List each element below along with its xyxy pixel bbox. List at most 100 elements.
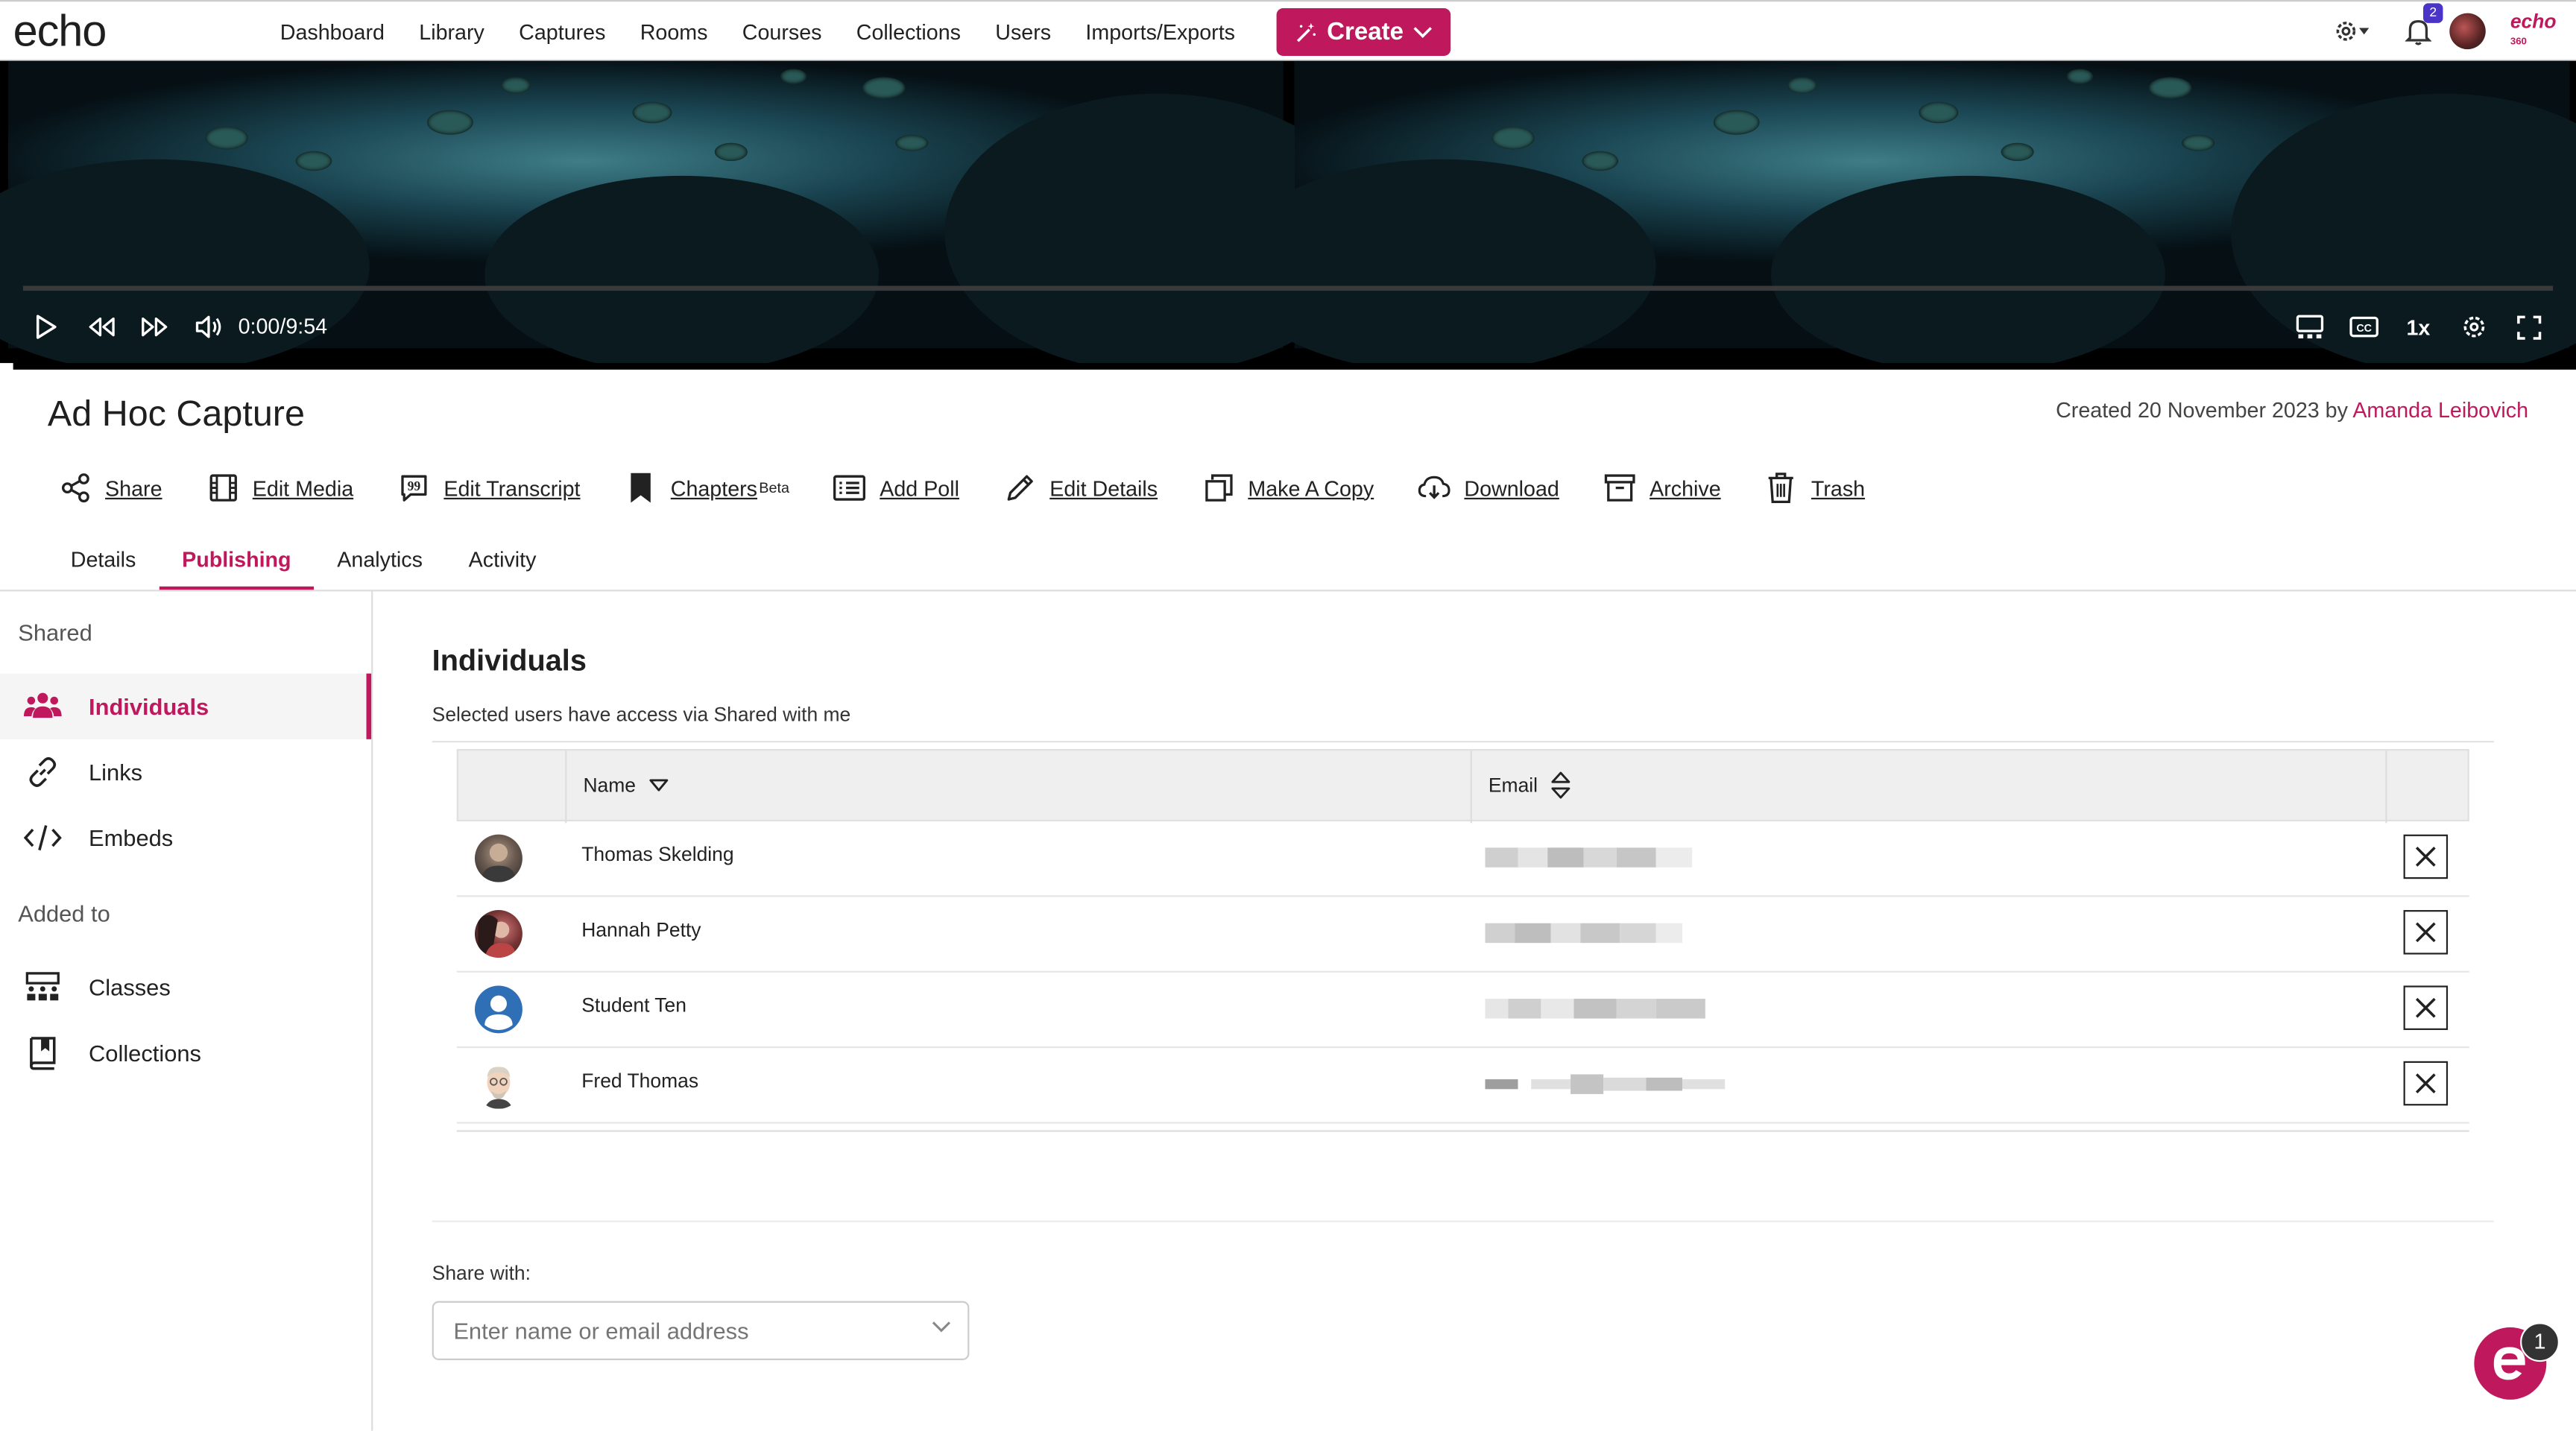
close-icon xyxy=(2415,1073,2436,1093)
close-icon xyxy=(2415,997,2436,1018)
remove-user-button[interactable] xyxy=(2403,834,2449,879)
video-progress-bar[interactable] xyxy=(22,285,2554,291)
section-subtitle: Selected users have access via Shared wi… xyxy=(432,703,851,727)
svg-text:99: 99 xyxy=(408,478,421,493)
close-icon xyxy=(2415,922,2436,943)
tab-analytics[interactable]: Analytics xyxy=(314,529,445,590)
trash-action[interactable]: Trash xyxy=(1765,472,1865,505)
sort-icon xyxy=(1551,771,1570,799)
share-with-input[interactable] xyxy=(449,1315,917,1346)
layout-icon xyxy=(2296,315,2324,339)
user-name: Fred Thomas xyxy=(581,1069,699,1093)
sidebar-item-label: Collections xyxy=(89,1040,201,1067)
settings-menu[interactable] xyxy=(2333,16,2373,54)
email-column-header[interactable]: Email xyxy=(1489,771,1570,800)
code-icon xyxy=(23,825,62,851)
fast-forward-button[interactable] xyxy=(138,307,171,347)
tab-divider xyxy=(0,590,2576,592)
player-settings-button[interactable] xyxy=(2457,307,2490,347)
user-name: Thomas Skelding xyxy=(581,842,734,866)
collection-book-icon xyxy=(30,1037,56,1070)
pencil-icon xyxy=(1007,475,1033,501)
publishing-sidebar: Shared Individuals Links Embeds Added to… xyxy=(0,591,373,1431)
nav-dashboard[interactable]: Dashboard xyxy=(280,19,385,44)
make-a-copy-action[interactable]: Make A Copy xyxy=(1202,472,1374,505)
edit-media-action[interactable]: Edit Media xyxy=(206,472,353,505)
close-icon xyxy=(2415,847,2436,867)
nav-captures[interactable]: Captures xyxy=(519,19,605,44)
media-actions-toolbar: Share Edit Media 99 Edit Transcript Chap… xyxy=(59,470,1909,505)
chapters-action[interactable]: Chapters Beta xyxy=(625,472,789,505)
volume-button[interactable] xyxy=(192,307,225,347)
table-row: Student Ten xyxy=(456,973,2469,1049)
sidebar-item-links[interactable]: Links xyxy=(0,739,371,805)
email-redacted xyxy=(1485,920,1682,943)
notification-count-badge: 2 xyxy=(2423,3,2443,23)
top-navigation: echovideo Dashboard Library Captures Roo… xyxy=(0,0,2576,370)
add-poll-action[interactable]: Add Poll xyxy=(834,472,959,505)
nav-library[interactable]: Library xyxy=(419,19,484,44)
nav-imports-exports[interactable]: Imports/Exports xyxy=(1085,19,1235,44)
echo360-logo: echo 360 xyxy=(2510,10,2557,48)
fullscreen-button[interactable] xyxy=(2512,307,2545,347)
user-name: Student Ten xyxy=(581,994,686,1017)
download-icon xyxy=(1418,476,1451,499)
assistant-notification-count: 1 xyxy=(2520,1322,2560,1362)
share-with-select[interactable] xyxy=(432,1301,970,1360)
email-redacted xyxy=(1485,844,1693,868)
gear-icon xyxy=(2463,316,2485,338)
create-button[interactable]: Create xyxy=(1276,8,1451,56)
download-action[interactable]: Download xyxy=(1418,472,1559,505)
edit-transcript-action[interactable]: 99 Edit Transcript xyxy=(398,472,581,505)
tab-details[interactable]: Details xyxy=(48,529,159,590)
author-link[interactable]: Amanda Leibovich xyxy=(2352,397,2528,422)
rewind-button[interactable] xyxy=(86,307,119,347)
play-button[interactable] xyxy=(30,307,63,347)
user-avatar[interactable] xyxy=(2449,13,2486,50)
nav-courses[interactable]: Courses xyxy=(742,19,822,44)
remove-user-button[interactable] xyxy=(2403,1061,2449,1106)
created-info: Created 20 November 2023 by Amanda Leibo… xyxy=(2056,397,2529,423)
share-action[interactable]: Share xyxy=(59,472,162,505)
classroom-icon xyxy=(25,972,60,1001)
remove-user-button[interactable] xyxy=(2403,985,2449,1030)
time-display: 0:00/9:54 xyxy=(238,313,328,339)
email-redacted xyxy=(1485,1071,1726,1094)
nav-users[interactable]: Users xyxy=(995,19,1051,44)
sidebar-item-individuals[interactable]: Individuals xyxy=(0,673,372,739)
main-nav-links: Dashboard Library Captures Rooms Courses… xyxy=(263,1,1253,63)
section-heading: Individuals xyxy=(432,643,587,677)
table-footer-line xyxy=(456,1124,2469,1132)
svg-text:CC: CC xyxy=(2356,323,2372,335)
echovideo-logo[interactable]: echovideo xyxy=(13,7,2576,370)
gear-icon xyxy=(2336,22,2370,41)
volume-icon xyxy=(195,315,221,338)
captions-button[interactable]: CC xyxy=(2348,307,2381,347)
sidebar-item-embeds[interactable]: Embeds xyxy=(0,805,371,871)
users-icon xyxy=(23,692,62,718)
copy-icon xyxy=(1205,474,1232,502)
layout-button[interactable] xyxy=(2294,307,2326,347)
playback-speed-button[interactable]: 1x xyxy=(2402,307,2434,347)
user-avatar xyxy=(474,834,523,882)
table-row: Fred Thomas xyxy=(456,1048,2469,1124)
fullscreen-icon xyxy=(2516,315,2541,339)
nav-collections[interactable]: Collections xyxy=(856,19,961,44)
video-pane-right xyxy=(1228,60,2576,364)
table-row: Thomas Skelding xyxy=(456,821,2469,897)
sidebar-item-label: Embeds xyxy=(89,824,174,851)
table-row: Hannah Petty xyxy=(456,897,2469,973)
sidebar-item-collections[interactable]: Collections xyxy=(0,1020,371,1086)
cartoon-avatar xyxy=(474,1061,523,1109)
tab-activity[interactable]: Activity xyxy=(446,529,559,590)
name-column-header[interactable]: Name xyxy=(583,774,669,797)
remove-user-button[interactable] xyxy=(2403,910,2449,955)
archive-action[interactable]: Archive xyxy=(1603,472,1721,505)
video-player[interactable]: 0:00/9:54 CC 1x xyxy=(0,60,2576,364)
sidebar-item-classes[interactable]: Classes xyxy=(0,955,371,1020)
tab-publishing[interactable]: Publishing xyxy=(159,529,315,592)
edit-details-action[interactable]: Edit Details xyxy=(1003,472,1158,505)
shared-heading: Shared xyxy=(18,619,92,646)
nav-rooms[interactable]: Rooms xyxy=(640,19,708,44)
create-label: Create xyxy=(1327,18,1404,46)
